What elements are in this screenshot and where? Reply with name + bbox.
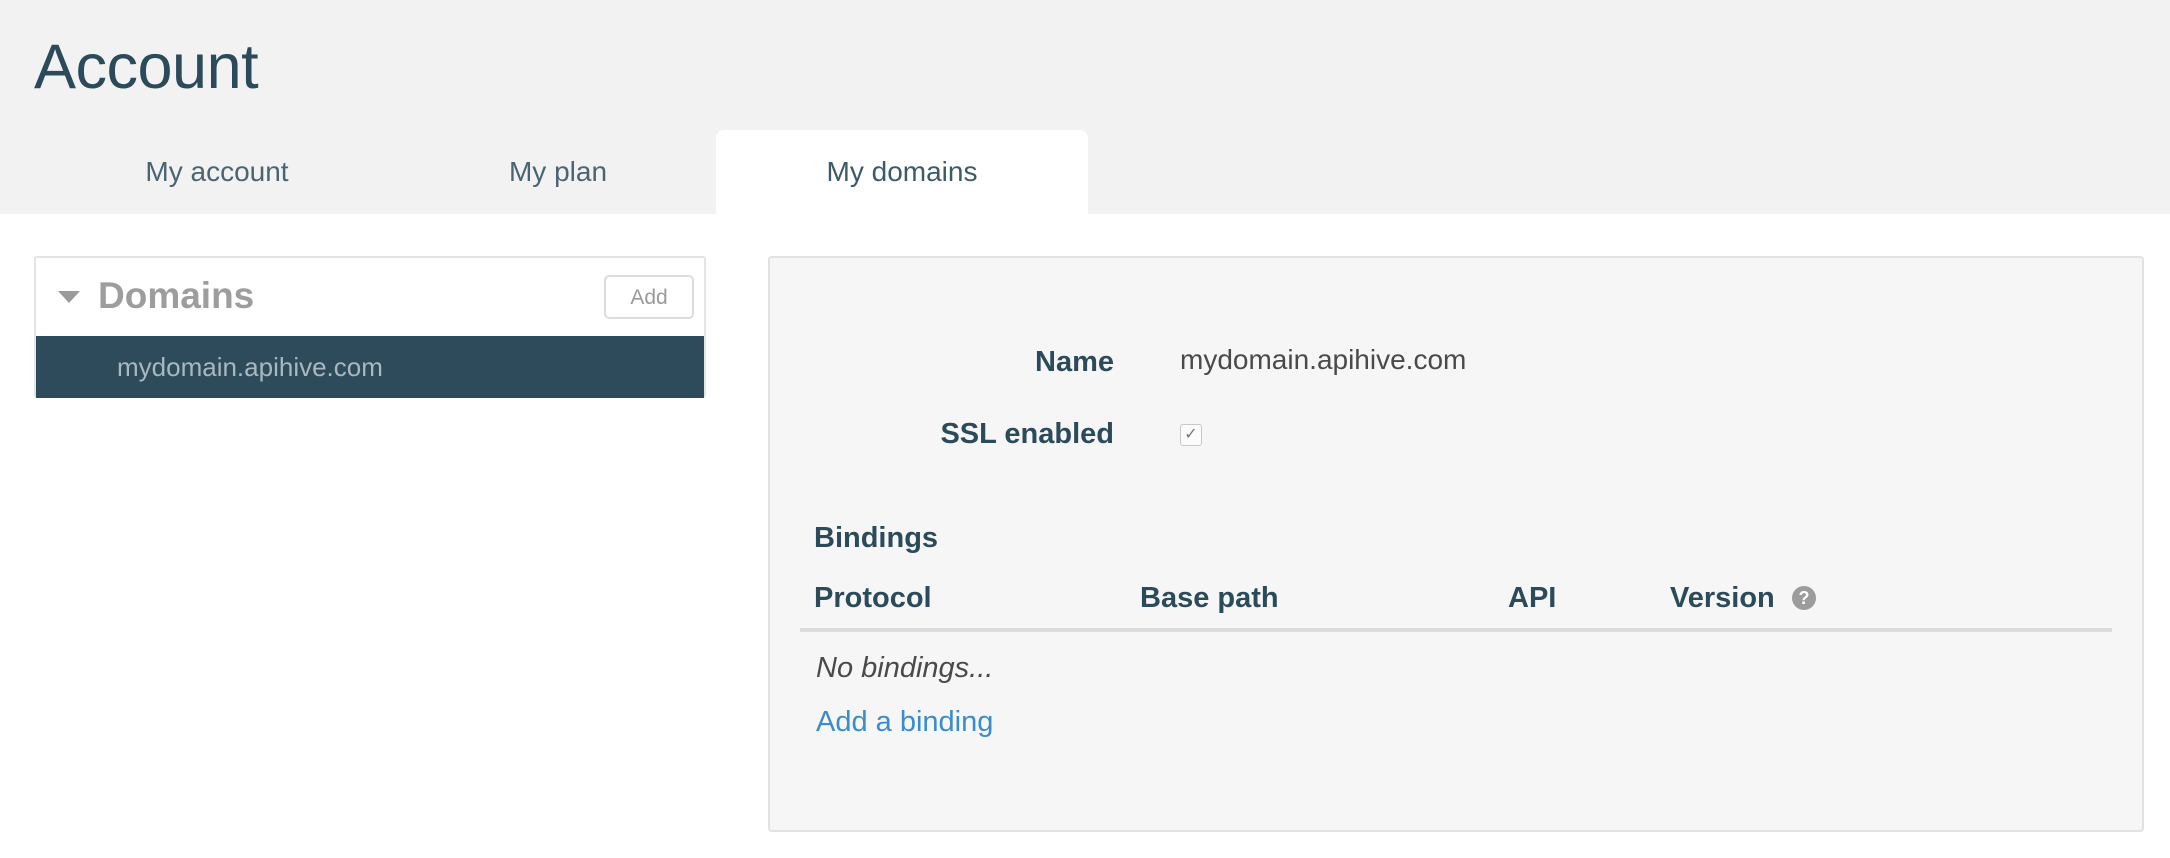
checkbox-checked-icon: ✓ — [1184, 426, 1198, 443]
tab-my-domains[interactable]: My domains — [716, 130, 1088, 214]
add-domain-button[interactable]: Add — [604, 275, 694, 319]
ssl-enabled-label: SSL enabled — [940, 418, 1114, 450]
tab-my-account[interactable]: My account — [74, 130, 360, 214]
column-header-protocol: Protocol — [814, 582, 932, 614]
caret-down-icon[interactable] — [58, 291, 80, 303]
domains-panel-header: Domains Add — [36, 258, 704, 336]
domains-panel: Domains Add mydomain.apihive.com — [34, 256, 706, 398]
column-header-api: API — [1508, 582, 1557, 614]
domains-title: Domains — [98, 275, 255, 316]
question-circle-icon[interactable]: ? — [1792, 586, 1816, 610]
tab-bar: My account My plan My domains — [0, 130, 2170, 214]
name-label: Name — [1035, 346, 1114, 378]
domain-detail-panel: Name mydomain.apihive.com SSL enabled ✓ … — [768, 256, 2144, 832]
ssl-enabled-checkbox[interactable]: ✓ — [1180, 424, 1202, 446]
table-header-divider — [800, 628, 2112, 632]
name-value: mydomain.apihive.com — [1180, 344, 1467, 375]
page-header: Account My account My plan My domains — [0, 0, 2170, 214]
no-bindings-text: No bindings... — [816, 652, 994, 684]
tab-my-plan[interactable]: My plan — [420, 130, 696, 214]
column-header-version: Version — [1670, 582, 1775, 614]
column-header-base-path: Base path — [1140, 582, 1279, 614]
domain-list-item-label: mydomain.apihive.com — [117, 352, 383, 382]
domain-list-item[interactable]: mydomain.apihive.com — [36, 336, 704, 398]
add-binding-link[interactable]: Add a binding — [816, 706, 993, 739]
page-title: Account — [34, 32, 259, 102]
bindings-title: Bindings — [814, 522, 939, 554]
